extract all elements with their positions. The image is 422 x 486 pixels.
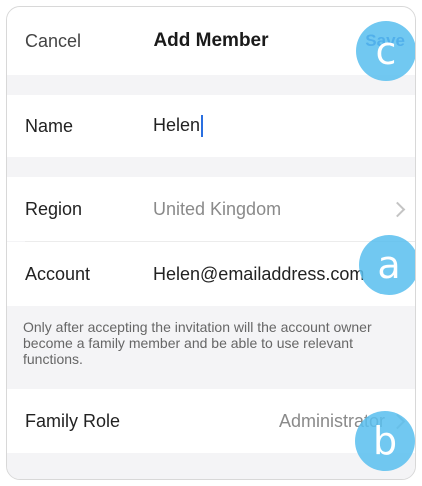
account-input[interactable]: Helen@emailaddress.com <box>153 264 364 285</box>
save-button[interactable]: Save <box>365 31 405 51</box>
section-gap <box>7 75 415 95</box>
region-label: Region <box>25 198 83 219</box>
cancel-button[interactable]: Cancel <box>25 31 81 52</box>
family-role-value: Administrator <box>278 410 385 431</box>
text-cursor <box>201 115 204 138</box>
name-row[interactable]: Name Helen <box>7 95 415 157</box>
chevron-right-icon <box>389 201 406 217</box>
chevron-right-icon <box>389 413 406 429</box>
region-row[interactable]: Region United Kingdom <box>7 177 415 241</box>
family-role-row[interactable]: Family Role Administrator <box>7 389 415 453</box>
invitation-note: Only after accepting the invitation will… <box>23 319 372 367</box>
name-input[interactable]: Helen <box>153 114 204 138</box>
name-value: Helen <box>153 114 201 135</box>
family-role-label: Family Role <box>25 410 121 431</box>
name-label: Name <box>25 115 74 136</box>
header-bar: Cancel Add Member Save <box>7 7 415 75</box>
account-row[interactable]: Account Helen@emailaddress.com <box>7 242 415 306</box>
bottom-area <box>7 453 415 479</box>
section-gap <box>7 157 415 177</box>
add-member-screen: Cancel Add Member Save Name Helen Region… <box>6 6 416 480</box>
region-value: United Kingdom <box>153 198 282 219</box>
account-label: Account <box>25 263 91 284</box>
